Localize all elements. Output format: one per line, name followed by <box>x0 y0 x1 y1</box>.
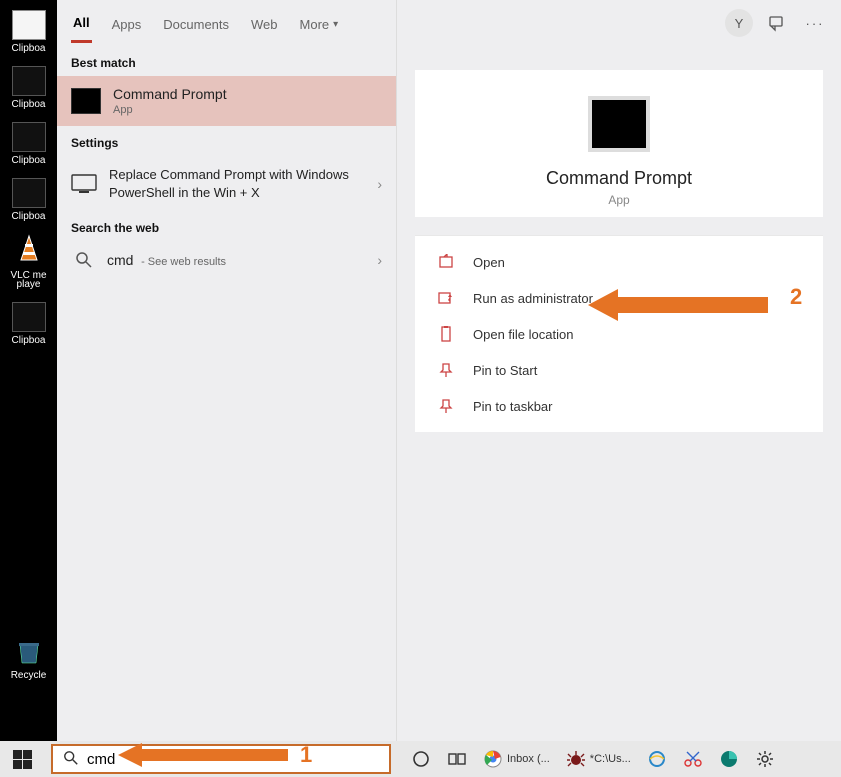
tab-documents[interactable]: Documents <box>161 5 231 42</box>
tab-web[interactable]: Web <box>249 5 280 42</box>
tab-apps[interactable]: Apps <box>110 5 144 42</box>
open-icon <box>435 253 457 271</box>
section-settings: Settings <box>57 126 396 156</box>
action-label: Open file location <box>473 327 573 342</box>
desktop-label: Clipboa <box>3 43 55 54</box>
shield-run-icon <box>435 289 457 307</box>
details-card: Command Prompt App <box>415 70 823 217</box>
desktop-shortcut-clipboard-1[interactable]: Clipboa <box>5 10 53 54</box>
folder-location-icon <box>435 325 457 343</box>
recycle-bin-icon <box>12 637 46 667</box>
internet-explorer-icon <box>647 749 667 769</box>
result-web-cmd[interactable]: cmd - See web results › <box>57 241 396 279</box>
details-subtitle: App <box>608 193 629 207</box>
desktop-shortcut-clipboard-3[interactable]: Clipboa <box>5 122 53 166</box>
edge-icon <box>719 749 739 769</box>
taskbar-bug-app[interactable]: *C:\Us... <box>560 744 637 774</box>
result-title: cmd <box>107 252 133 268</box>
gear-icon <box>755 749 775 769</box>
result-subtitle: App <box>113 104 382 116</box>
taskbar-search-box[interactable] <box>51 744 391 774</box>
taskbar-label: *C:\Us... <box>590 753 631 765</box>
start-button[interactable] <box>0 741 45 777</box>
taskbar-chrome-inbox[interactable]: Inbox (... <box>477 744 556 774</box>
scissors-icon <box>683 749 703 769</box>
desktop-background: Clipboa Clipboa Clipboa Clipboa VLC me p… <box>0 0 57 741</box>
panel-top-actions: Y ··· <box>397 0 841 46</box>
taskbar: Inbox (... *C:\Us... <box>0 741 841 777</box>
chevron-right-icon: › <box>377 176 382 192</box>
more-options-button[interactable]: ··· <box>801 9 829 37</box>
task-view-icon <box>447 749 467 769</box>
desktop-shortcut-vlc[interactable]: VLC me playe <box>5 234 53 290</box>
tab-all[interactable]: All <box>71 3 92 43</box>
chevron-down-icon: ▾ <box>333 19 338 30</box>
vlc-icon <box>12 234 46 267</box>
desktop-shortcut-clipboard-2[interactable]: Clipboa <box>5 66 53 110</box>
action-pin-to-start[interactable]: Pin to Start <box>415 352 823 388</box>
chrome-icon <box>483 749 503 769</box>
action-open-file-location[interactable]: Open file location <box>415 316 823 352</box>
action-run-as-administrator[interactable]: Run as administrator <box>415 280 823 316</box>
bug-icon <box>566 749 586 769</box>
windows-logo-icon <box>13 750 32 769</box>
taskbar-edge[interactable] <box>713 744 745 774</box>
desktop-shortcut-clipboard-5[interactable]: Clipboa <box>5 302 53 346</box>
desktop-label: Clipboa <box>3 155 55 166</box>
details-actions-list: Open Run as administrator Open file loca… <box>415 235 823 432</box>
taskbar-ie[interactable] <box>641 744 673 774</box>
search-icon <box>63 750 79 769</box>
taskbar-settings[interactable] <box>749 744 781 774</box>
action-open[interactable]: Open <box>415 244 823 280</box>
action-label: Pin to taskbar <box>473 399 553 414</box>
start-search-panel: All Apps Documents Web More ▾ Best match… <box>57 0 397 741</box>
details-title: Command Prompt <box>546 168 692 189</box>
desktop-label: Clipboa <box>3 211 55 222</box>
action-label: Open <box>473 255 505 270</box>
desktop-label: Clipboa <box>3 335 55 346</box>
tab-more[interactable]: More ▾ <box>298 5 341 42</box>
action-pin-to-taskbar[interactable]: Pin to taskbar <box>415 388 823 424</box>
desktop-shortcut-clipboard-4[interactable]: Clipboa <box>5 178 53 222</box>
taskbar-cortana-button[interactable] <box>405 744 437 774</box>
section-best-match: Best match <box>57 46 396 76</box>
desktop-label: playe <box>3 279 55 290</box>
desktop-label: Recycle <box>3 670 55 681</box>
search-scope-tabs: All Apps Documents Web More ▾ <box>57 0 396 46</box>
search-icon <box>75 251 93 269</box>
feedback-button[interactable] <box>763 9 791 37</box>
action-label: Run as administrator <box>473 291 593 306</box>
taskbar-snip[interactable] <box>677 744 709 774</box>
user-avatar[interactable]: Y <box>725 9 753 37</box>
cmd-icon <box>71 88 101 114</box>
taskbar-label: Inbox (... <box>507 753 550 765</box>
section-search-web: Search the web <box>57 211 396 241</box>
pin-icon <box>435 361 457 379</box>
result-title: Replace Command Prompt with Windows Powe… <box>109 166 371 201</box>
desktop-shortcut-recycle-bin[interactable]: Recycle <box>5 637 53 681</box>
taskbar-search-input[interactable] <box>87 751 379 768</box>
cortana-icon <box>411 749 431 769</box>
result-subtitle: - See web results <box>141 256 226 268</box>
action-label: Pin to Start <box>473 363 537 378</box>
taskbar-task-view-button[interactable] <box>441 744 473 774</box>
cmd-large-icon <box>588 96 650 152</box>
result-details-panel: Y ··· Command Prompt App Open Run as adm… <box>397 0 841 741</box>
result-command-prompt[interactable]: Command Prompt App <box>57 76 396 126</box>
desktop-label: Clipboa <box>3 99 55 110</box>
chevron-right-icon: › <box>377 252 382 268</box>
pin-icon <box>435 397 457 415</box>
result-title: Command Prompt <box>113 86 382 102</box>
settings-display-icon <box>71 174 97 194</box>
result-replace-powershell[interactable]: Replace Command Prompt with Windows Powe… <box>57 156 396 211</box>
